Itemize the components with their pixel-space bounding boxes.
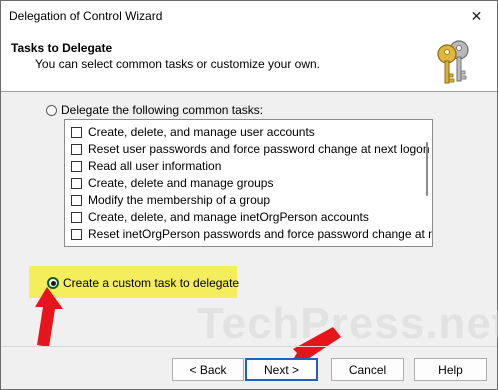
task-label: Read all user information: [88, 159, 222, 173]
page-subtitle: You can select common tasks or customize…: [35, 57, 321, 71]
help-button[interactable]: Help: [414, 358, 487, 381]
wizard-header: Tasks to Delegate You can select common …: [1, 31, 497, 92]
task-checkbox[interactable]: [71, 194, 82, 206]
wizard-window: Delegation of Control Wizard ✕ Tasks to …: [0, 0, 498, 390]
task-checkbox[interactable]: [71, 228, 82, 240]
task-list-scrollbar[interactable]: [423, 122, 432, 244]
task-label: Modify the membership of a group: [88, 193, 271, 207]
task-list-item[interactable]: Reset user passwords and force password …: [71, 141, 430, 157]
task-checkbox[interactable]: [71, 126, 82, 138]
task-list-item[interactable]: Read all user information: [71, 158, 221, 174]
footer-divider: [1, 346, 497, 347]
next-button[interactable]: Next >: [245, 358, 318, 381]
common-tasks-radio[interactable]: [46, 104, 57, 116]
task-checkbox[interactable]: [71, 143, 82, 155]
common-tasks-label: Delegate the following common tasks:: [61, 103, 264, 117]
task-list-item[interactable]: Create, delete, and manage inetOrgPerson…: [71, 209, 369, 225]
common-tasks-list[interactable]: Create, delete, and manage user accounts…: [64, 119, 433, 247]
window-title: Delegation of Control Wizard: [9, 9, 163, 23]
scrollbar-thumb[interactable]: [426, 142, 428, 196]
back-button[interactable]: < Back: [172, 358, 244, 381]
custom-task-radio-row[interactable]: Create a custom task to delegate: [47, 276, 239, 290]
task-list-item[interactable]: Create, delete and manage groups: [71, 175, 273, 191]
annotation-arrow-up-icon: [35, 287, 63, 347]
task-list-item[interactable]: Modify the membership of a group: [71, 192, 270, 208]
custom-task-label: Create a custom task to delegate: [63, 276, 240, 290]
task-label: Create, delete, and manage user accounts: [88, 125, 315, 139]
task-label: Create, delete and manage groups: [88, 176, 274, 190]
task-label: Create, delete, and manage inetOrgPerson…: [88, 210, 369, 224]
task-label: Reset user passwords and force password …: [88, 142, 430, 156]
task-list-item[interactable]: Create, delete, and manage user accounts: [71, 124, 315, 140]
task-checkbox[interactable]: [71, 211, 82, 223]
page-title: Tasks to Delegate: [11, 41, 113, 55]
task-checkbox[interactable]: [71, 160, 82, 172]
task-checkbox[interactable]: [71, 177, 82, 189]
common-tasks-radio-row[interactable]: Delegate the following common tasks:: [46, 103, 263, 117]
title-bar: Delegation of Control Wizard ✕: [1, 1, 497, 31]
task-list-item[interactable]: Reset inetOrgPerson passwords and force …: [71, 226, 433, 242]
keys-icon: [437, 40, 469, 84]
close-icon: ✕: [470, 7, 483, 24]
close-button[interactable]: ✕: [456, 1, 497, 31]
task-label: Reset inetOrgPerson passwords and force …: [88, 227, 433, 241]
cancel-button[interactable]: Cancel: [331, 358, 404, 381]
